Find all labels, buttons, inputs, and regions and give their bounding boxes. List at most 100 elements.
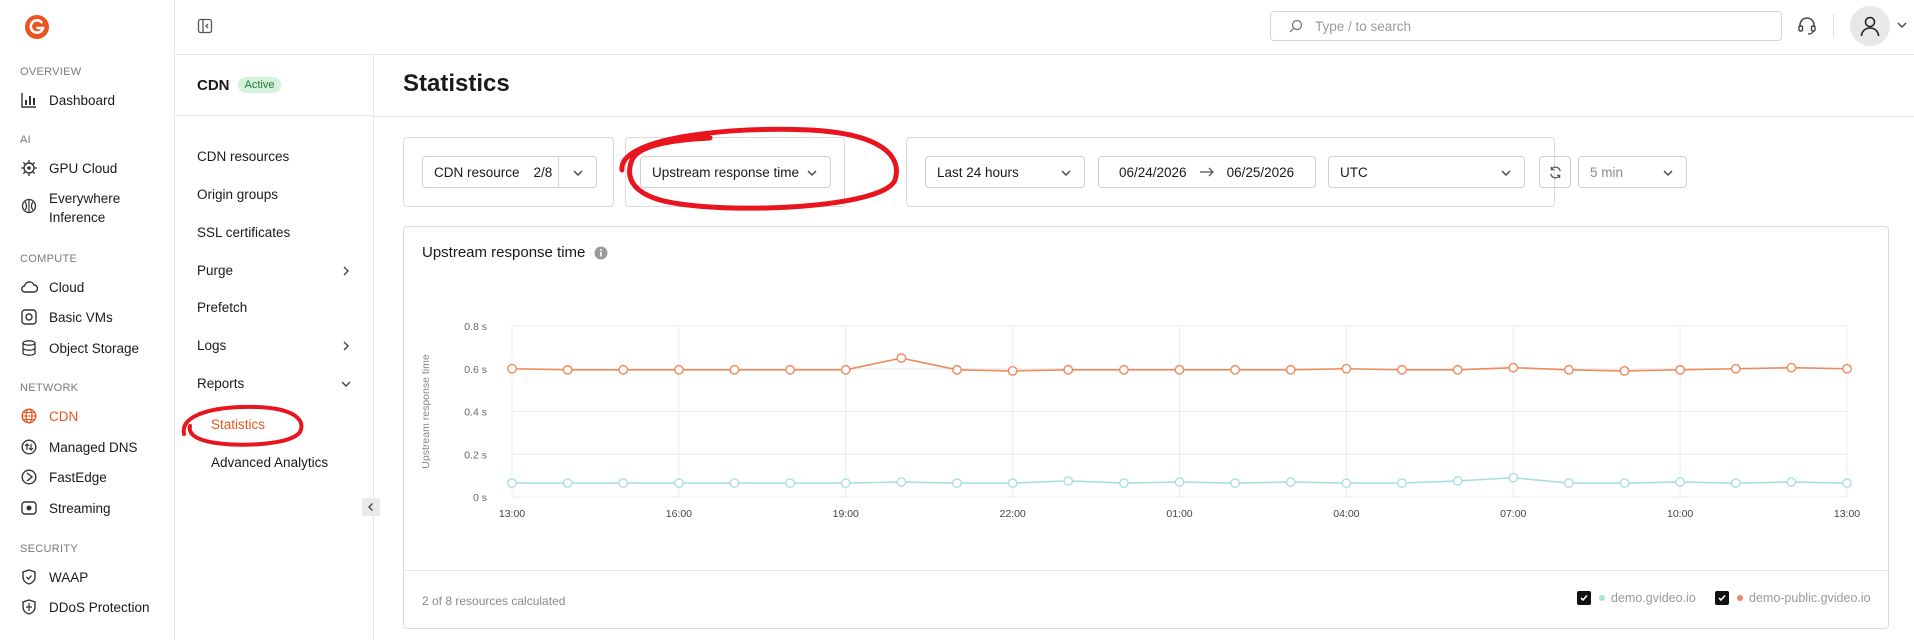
legend-item-demo-gvideo[interactable]: demo.gvideo.io: [1577, 591, 1696, 605]
chart-bars-icon: [20, 91, 38, 109]
legend-item-demo-public-gvideo[interactable]: demo-public.gvideo.io: [1715, 591, 1871, 605]
search-input[interactable]: [1315, 18, 1755, 34]
y-axis-label: Upstream response time: [420, 354, 432, 469]
checkbox-checked-icon[interactable]: [1577, 591, 1591, 605]
data-point: [1508, 472, 1519, 483]
data-point: [1007, 365, 1018, 376]
data-point: [729, 478, 740, 489]
timezone-select[interactable]: UTC: [1328, 156, 1525, 188]
subnav-item-reports[interactable]: Reports: [197, 376, 352, 391]
data-point: [840, 364, 851, 375]
gpu-chip-icon: [20, 159, 38, 177]
data-point: [562, 364, 573, 375]
data-point: [1452, 476, 1463, 486]
vm-icon: [20, 308, 38, 326]
nav-item-dashboard[interactable]: Dashboard: [20, 91, 115, 109]
data-point: [785, 364, 796, 375]
search-box[interactable]: [1270, 11, 1782, 41]
data-point: [1118, 478, 1129, 489]
user-avatar[interactable]: [1850, 6, 1890, 46]
search-icon: [1289, 19, 1303, 33]
date-to: 06/25/2026: [1226, 164, 1295, 180]
chart-card: Upstream response time 0 s 0.2 s 0.4 s 0.6 …: [403, 226, 1889, 629]
chevron-right-icon: [343, 341, 349, 350]
subnav-item-purge[interactable]: Purge: [197, 263, 352, 278]
status-badge: Active: [237, 77, 282, 93]
subnav-item-origin-groups[interactable]: Origin groups: [197, 187, 352, 202]
main-content: Statistics CDN resource 2/8 Upstream res…: [374, 55, 1914, 640]
nav-item-gpu-cloud[interactable]: GPU Cloud: [20, 159, 117, 177]
nav-item-label: Managed DNS: [49, 439, 138, 455]
subnav-header: CDN Active: [175, 55, 373, 116]
gcore-logo-icon[interactable]: [24, 14, 50, 40]
data-point: [1675, 477, 1686, 487]
data-point: [1230, 478, 1241, 489]
nav-item-fastedge[interactable]: FastEdge: [20, 468, 107, 486]
y-tick-label: 0 s: [473, 492, 487, 504]
chevron-down-icon: [1663, 170, 1673, 176]
nav-item-waap[interactable]: WAAP: [20, 568, 88, 586]
legend-dot: [1599, 595, 1605, 601]
data-point: [1285, 477, 1296, 487]
data-point: [1285, 364, 1296, 375]
data-point: [952, 364, 962, 375]
cdn-resource-select[interactable]: CDN resource 2/8: [422, 156, 597, 188]
nav-section-ai: AI: [20, 134, 31, 146]
line-chart: 0 s 0.2 s 0.4 s 0.6 s 0.8 s 13:00 16:00 19:00 22…: [420, 321, 1860, 520]
data-point: [896, 353, 907, 363]
y-tick-label: 0.8 s: [464, 321, 487, 333]
nav-item-ddos-protection[interactable]: DDoS Protection: [20, 598, 150, 616]
subnav-item-label: SSL certificates: [197, 225, 291, 240]
legend-label: demo.gvideo.io: [1611, 591, 1696, 605]
info-icon[interactable]: [594, 246, 608, 260]
data-point: [1341, 363, 1352, 374]
refresh-interval-select[interactable]: 5 min: [1578, 156, 1687, 188]
subnav-item-prefetch[interactable]: Prefetch: [197, 300, 352, 315]
subnav-item-label: Advanced Analytics: [211, 455, 329, 470]
nav-item-cdn[interactable]: CDN: [20, 407, 78, 425]
data-point: [1730, 478, 1741, 489]
nav-item-managed-dns[interactable]: Managed DNS: [20, 438, 138, 456]
nav-item-object-storage[interactable]: Object Storage: [20, 339, 139, 357]
x-tick-label: 04:00: [1333, 508, 1359, 520]
subnav-item-logs[interactable]: Logs: [197, 338, 352, 353]
nav-item-label: DDoS Protection: [49, 599, 150, 615]
database-icon: [20, 339, 38, 357]
time-filter-panel: Last 24 hours 06/24/2026 06/25/2026 UTC: [906, 137, 1555, 207]
subnav-item-advanced-analytics[interactable]: Advanced Analytics: [211, 455, 351, 470]
chevron-down-icon[interactable]: [1896, 19, 1908, 31]
nav-item-streaming[interactable]: Streaming: [20, 499, 111, 517]
data-point: [840, 478, 851, 489]
period-select[interactable]: Last 24 hours: [925, 156, 1085, 188]
sidebar-toggle-icon[interactable]: [197, 18, 213, 34]
data-point: [952, 478, 962, 489]
data-point: [618, 478, 629, 489]
subnav-item-cdn-resources[interactable]: CDN resources: [197, 149, 352, 164]
data-point: [1619, 365, 1630, 376]
data-point: [618, 364, 629, 375]
nav-item-label: Dashboard: [49, 92, 116, 108]
chevron-down-icon: [341, 381, 351, 387]
nav-item-everywhere-inference[interactable]: Everywhere Inference: [20, 189, 139, 227]
headset-icon[interactable]: [1797, 16, 1817, 36]
refresh-button[interactable]: [1539, 156, 1571, 188]
x-tick-label: 01:00: [1166, 508, 1192, 520]
nav-item-cloud[interactable]: Cloud: [20, 278, 84, 296]
subnav-item-label: Statistics: [211, 417, 266, 432]
user-icon: [1860, 16, 1880, 37]
chevron-right-icon: [343, 266, 349, 275]
subnav-item-statistics[interactable]: Statistics: [211, 417, 331, 432]
date-range-picker[interactable]: 06/24/2026 06/25/2026: [1098, 156, 1316, 188]
subnav-item-ssl-certificates[interactable]: SSL certificates: [197, 225, 352, 240]
checkbox-checked-icon[interactable]: [1715, 591, 1729, 605]
nav-item-label: Object Storage: [49, 340, 140, 356]
chevron-down-icon: [573, 170, 583, 176]
streaming-icon: [20, 499, 38, 517]
data-point: [1397, 478, 1407, 489]
metric-select[interactable]: Upstream response time: [640, 156, 831, 188]
nav-item-basic-vms[interactable]: Basic VMs: [20, 308, 113, 326]
x-tick-label: 19:00: [833, 508, 859, 520]
data-point: [673, 364, 684, 375]
chart-footer-divider: [404, 570, 1888, 571]
